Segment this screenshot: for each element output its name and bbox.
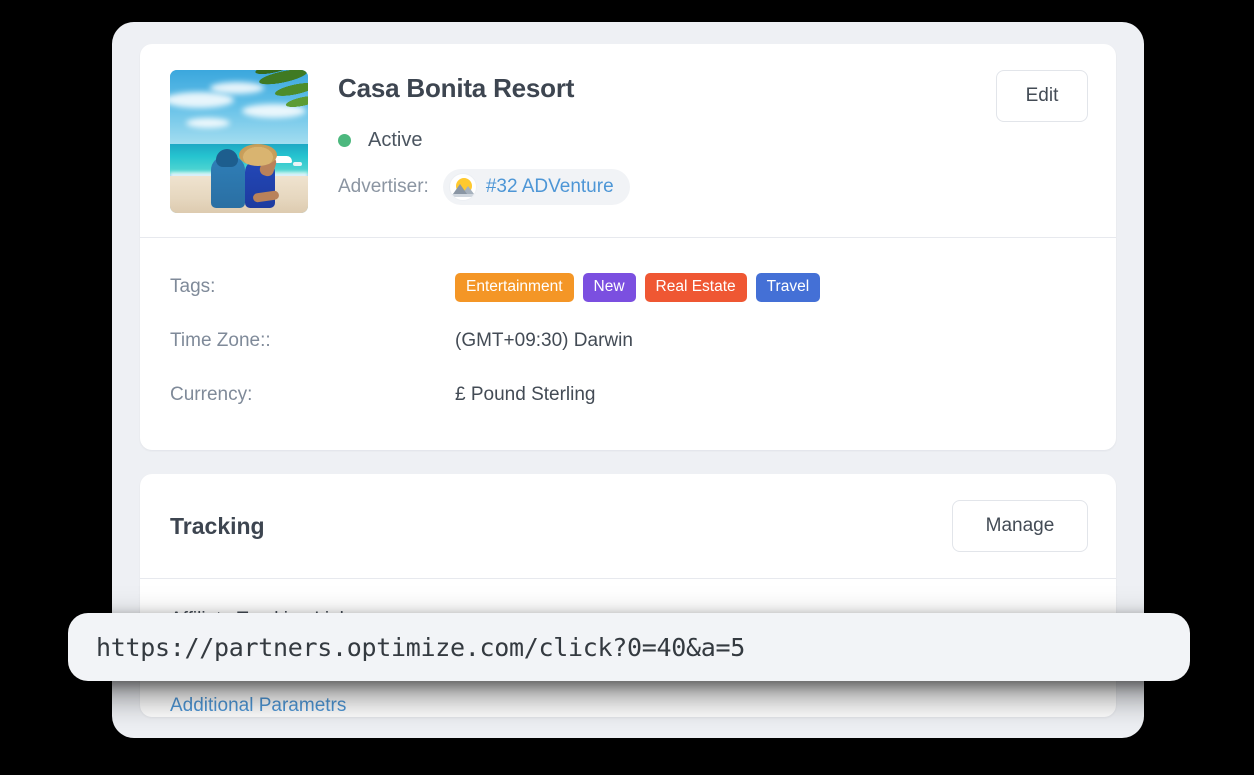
sunrise-mountain-logo-icon [449, 173, 477, 201]
mountain-shape [453, 184, 467, 194]
campaign-profile-card: Casa Bonita Resort Active Advertiser: [140, 44, 1116, 450]
thumbnail-cloud [186, 118, 230, 128]
tracking-url-callout[interactable]: https://partners.optimize.com/click?0=40… [68, 613, 1190, 681]
manage-button[interactable]: Manage [952, 500, 1088, 552]
thumbnail-man-hat [216, 149, 238, 167]
tag-list: Entertainment New Real Estate Travel [455, 273, 820, 302]
campaign-thumbnail [170, 70, 308, 213]
profile-info: Casa Bonita Resort Active Advertiser: [338, 70, 1086, 205]
tracking-url-text: https://partners.optimize.com/click?0=40… [96, 633, 745, 662]
page-title: Casa Bonita Resort [338, 74, 1086, 103]
advertiser-link[interactable]: #32 ADVenture [486, 176, 614, 198]
advertiser-label: Advertiser: [338, 176, 429, 198]
logo-base [450, 194, 476, 197]
tracking-header: Tracking Manage [140, 474, 1116, 579]
thumbnail-boat [293, 162, 302, 166]
detail-row-tags: Tags: Entertainment New Real Estate Travel [170, 260, 1086, 314]
detail-row-timezone: Time Zone:: (GMT+09:30) Darwin [170, 314, 1086, 368]
edit-button[interactable]: Edit [996, 70, 1088, 122]
advertiser-row: Advertiser: #32 ADVenture [338, 169, 1086, 205]
status-badge: Active [368, 129, 422, 152]
detail-label-tags: Tags: [170, 276, 455, 298]
tag-chip[interactable]: Real Estate [645, 273, 747, 302]
additional-parameters-link[interactable]: Additional Parametrs [170, 695, 346, 717]
tag-chip[interactable]: Travel [756, 273, 821, 302]
detail-row-currency: Currency: £ Pound Sterling [170, 368, 1086, 422]
detail-value-currency: £ Pound Sterling [455, 384, 596, 406]
detail-label-currency: Currency: [170, 384, 455, 406]
advertiser-chip[interactable]: #32 ADVenture [443, 169, 630, 205]
detail-list: Tags: EntertainmentNewReal EstateTravel … [140, 238, 1116, 450]
tag-chip[interactable]: Entertainment [455, 273, 574, 302]
status-dot-icon [338, 134, 351, 147]
tracking-section-title: Tracking [170, 513, 265, 540]
detail-value-timezone: (GMT+09:30) Darwin [455, 330, 633, 352]
status-row: Active [338, 129, 1086, 152]
screenshot-root: Casa Bonita Resort Active Advertiser: [0, 0, 1254, 775]
detail-label-timezone: Time Zone:: [170, 330, 455, 352]
profile-header: Casa Bonita Resort Active Advertiser: [140, 44, 1116, 238]
tag-chip[interactable]: New [583, 273, 636, 302]
